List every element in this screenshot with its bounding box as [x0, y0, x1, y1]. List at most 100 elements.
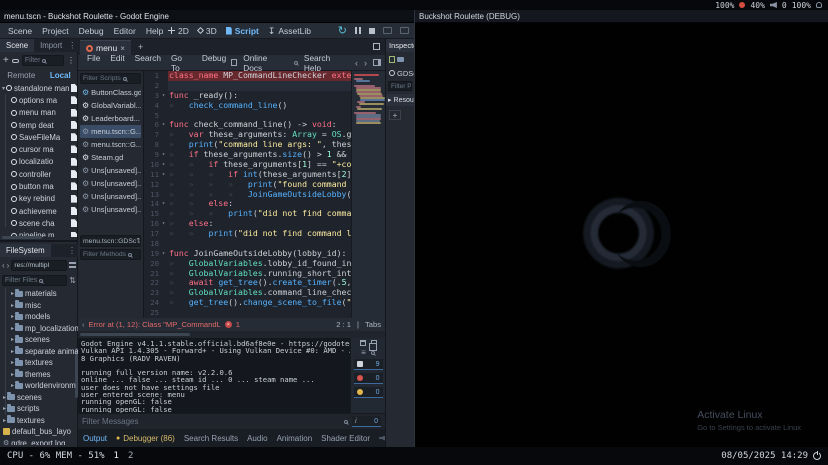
remote-debug-icon[interactable] [383, 27, 392, 34]
expand-arrow-icon[interactable]: ▸ [11, 359, 14, 366]
scene-tree-hscrollbar[interactable] [2, 236, 42, 239]
workspace-assetlib[interactable]: ↧AssetLib [268, 26, 311, 36]
code-line[interactable]: 16▾» else: [144, 219, 385, 229]
attached-script-icon[interactable] [71, 109, 77, 117]
script-list-item[interactable]: ⚙GlobalVariabl... [80, 99, 141, 112]
expand-arrow-icon[interactable]: ▸ [3, 394, 6, 401]
code-line[interactable]: 11▾» » » if int(these_arguments[2]) > [144, 170, 385, 180]
scene-tree-row[interactable]: ▾standalone man [0, 82, 78, 94]
attached-script-icon[interactable] [71, 232, 77, 237]
code-line[interactable]: 8» print("command line args: ", these_ar [144, 140, 385, 150]
close-tab-icon[interactable]: × [120, 44, 125, 53]
bottom-tab-debugger-86-[interactable]: ●Debugger (86) [116, 434, 175, 443]
script-list-item[interactable]: ⚙Uns[unsaved]... [80, 203, 141, 216]
expand-arrow-icon[interactable]: ▸ [3, 405, 6, 412]
expand-arrow-icon[interactable]: ▸ [11, 325, 14, 332]
scene-tree-row[interactable]: key rebind [0, 193, 78, 205]
expand-arrow-icon[interactable]: ▸ [11, 348, 14, 355]
script-menu-debug[interactable]: Debug [197, 53, 231, 73]
script-list-item[interactable]: ⚙Leaderboard... [80, 112, 141, 125]
fold-icon[interactable]: ▾ [159, 249, 168, 259]
sort-icon[interactable]: ⇅ [69, 276, 76, 285]
expand-arrow-icon[interactable]: ▸ [11, 302, 14, 309]
resource-section-header[interactable]: ▸ Resour [386, 94, 414, 106]
filesystem-row[interactable]: ▸textures [0, 415, 78, 427]
script-list-item[interactable]: ⚙Steam.gd [80, 151, 141, 164]
filter-messages-input[interactable]: Filter Messages [82, 417, 340, 426]
script-path-combo[interactable]: menu.tscn::GDSc ⇅ [80, 235, 141, 247]
menu-debug[interactable]: Debug [74, 26, 109, 36]
code-line[interactable]: 1class_name MP_CommandLineChecker extend… [144, 71, 385, 81]
filesystem-row[interactable]: ▸mp_localization [0, 323, 78, 335]
bottom-tab-audio[interactable]: Audio [247, 434, 267, 443]
tab-remote[interactable]: Remote [7, 71, 35, 80]
stop-button[interactable] [369, 28, 375, 34]
bottom-tab-shader-editor[interactable]: Shader Editor [321, 434, 370, 443]
restart-button[interactable]: ↻ [338, 26, 347, 36]
script-menu-search[interactable]: Search [130, 53, 166, 73]
expand-editor-icon[interactable] [373, 43, 380, 50]
fold-icon[interactable]: ▾ [159, 170, 168, 180]
expand-arrow-icon[interactable]: ▸ [11, 382, 14, 389]
scene-tree-row[interactable]: cursor ma [0, 143, 78, 155]
output-search-icon[interactable] [371, 351, 375, 355]
scene-tree-row[interactable]: localizatio [0, 156, 78, 168]
code-line[interactable]: 2 [144, 81, 385, 91]
script-list-item[interactable]: ⚙menu.tscn::G... [80, 138, 141, 151]
scene-tree-row[interactable]: controller [0, 168, 78, 180]
fold-icon[interactable]: ▾ [159, 219, 168, 229]
filesystem-row[interactable]: ▸scripts [0, 403, 78, 415]
script-list-item[interactable]: ⚙menu.tscn::G... [80, 125, 141, 138]
instance-scene-icon[interactable] [12, 59, 19, 63]
pause-button[interactable] [355, 27, 361, 34]
attached-script-icon[interactable] [71, 182, 77, 190]
power-icon[interactable] [813, 452, 821, 460]
code-line[interactable]: 12» » » » print("found command line [144, 180, 385, 190]
code-line[interactable]: 21» GlobalVariables.running_short_intro_… [144, 269, 385, 279]
code-line[interactable]: 25 [144, 308, 385, 318]
scene-tree-row[interactable]: options ma [0, 94, 78, 106]
attached-script-icon[interactable] [71, 195, 77, 203]
fold-icon[interactable]: ▾ [159, 199, 168, 209]
script-list-item[interactable]: ⚙Uns[unsaved]... [80, 190, 141, 203]
workspace-script[interactable]: Script [226, 26, 259, 36]
filesystem-row[interactable]: ⚙gdre_export.log [0, 438, 78, 446]
workspace-1[interactable]: 1 [114, 451, 119, 461]
script-menu-file[interactable]: File [82, 53, 105, 73]
output-log[interactable]: Godot Engine v4.1.1.stable.official.bd6a… [78, 338, 350, 413]
scene-filter-input[interactable]: Filter [22, 55, 64, 66]
code-line[interactable]: 9▾» if these_arguments.size() > 1 && !Gl… [144, 150, 385, 160]
expand-arrow-icon[interactable]: ▸ [11, 313, 14, 320]
filesystem-row[interactable]: ▸misc [0, 300, 78, 312]
filesystem-row[interactable]: ▸separate anima [0, 346, 78, 358]
code-line[interactable]: 14▾» » else: [144, 199, 385, 209]
output-copy-icon[interactable] [371, 340, 377, 346]
code-line[interactable]: 3▾func _ready(): [144, 91, 385, 101]
search-help-button[interactable]: Search Help [304, 53, 349, 73]
current-path[interactable]: res://multipl [11, 260, 67, 271]
scene-tree-row[interactable]: button ma [0, 180, 78, 192]
expand-arrow-icon[interactable]: ▸ [11, 336, 14, 343]
code-line[interactable]: 23» GlobalVariables.command_line_checked [144, 288, 385, 298]
online-docs-button[interactable]: Online Docs [243, 53, 288, 73]
new-resource-icon[interactable] [389, 56, 395, 63]
attached-script-icon[interactable] [71, 133, 77, 141]
attached-script-icon[interactable] [71, 158, 77, 166]
info-count-badge[interactable]: i 0 [352, 416, 381, 427]
tab-local[interactable]: Local [50, 71, 71, 80]
tab-filesystem[interactable]: FileSystem [0, 244, 51, 257]
scene-tree-row[interactable]: SaveFileMa [0, 131, 78, 143]
code-line[interactable]: 20» GlobalVariables.lobby_id_found_in_co… [144, 259, 385, 269]
error-message[interactable]: Error at (1, 12): Class "MP_CommandL [89, 320, 221, 329]
fold-icon[interactable]: ▾ [159, 91, 168, 101]
filter-scripts-input[interactable]: Filter Scripts [80, 73, 141, 84]
code-line[interactable]: 7» var these_arguments: Array = OS.get_c [144, 130, 385, 140]
attached-script-icon[interactable] [71, 121, 77, 129]
history-forward-icon[interactable]: › [7, 261, 10, 270]
filesystem-row[interactable]: ▸models [0, 311, 78, 323]
workspace-2[interactable]: 2 [128, 451, 133, 461]
expand-arrow-icon[interactable]: ▸ [3, 417, 6, 424]
filesystem-filter-input[interactable]: Filter Files [2, 275, 67, 286]
output-collapse-icon[interactable]: ≡ [361, 349, 366, 356]
bottom-tab-search-results[interactable]: Search Results [184, 434, 238, 443]
